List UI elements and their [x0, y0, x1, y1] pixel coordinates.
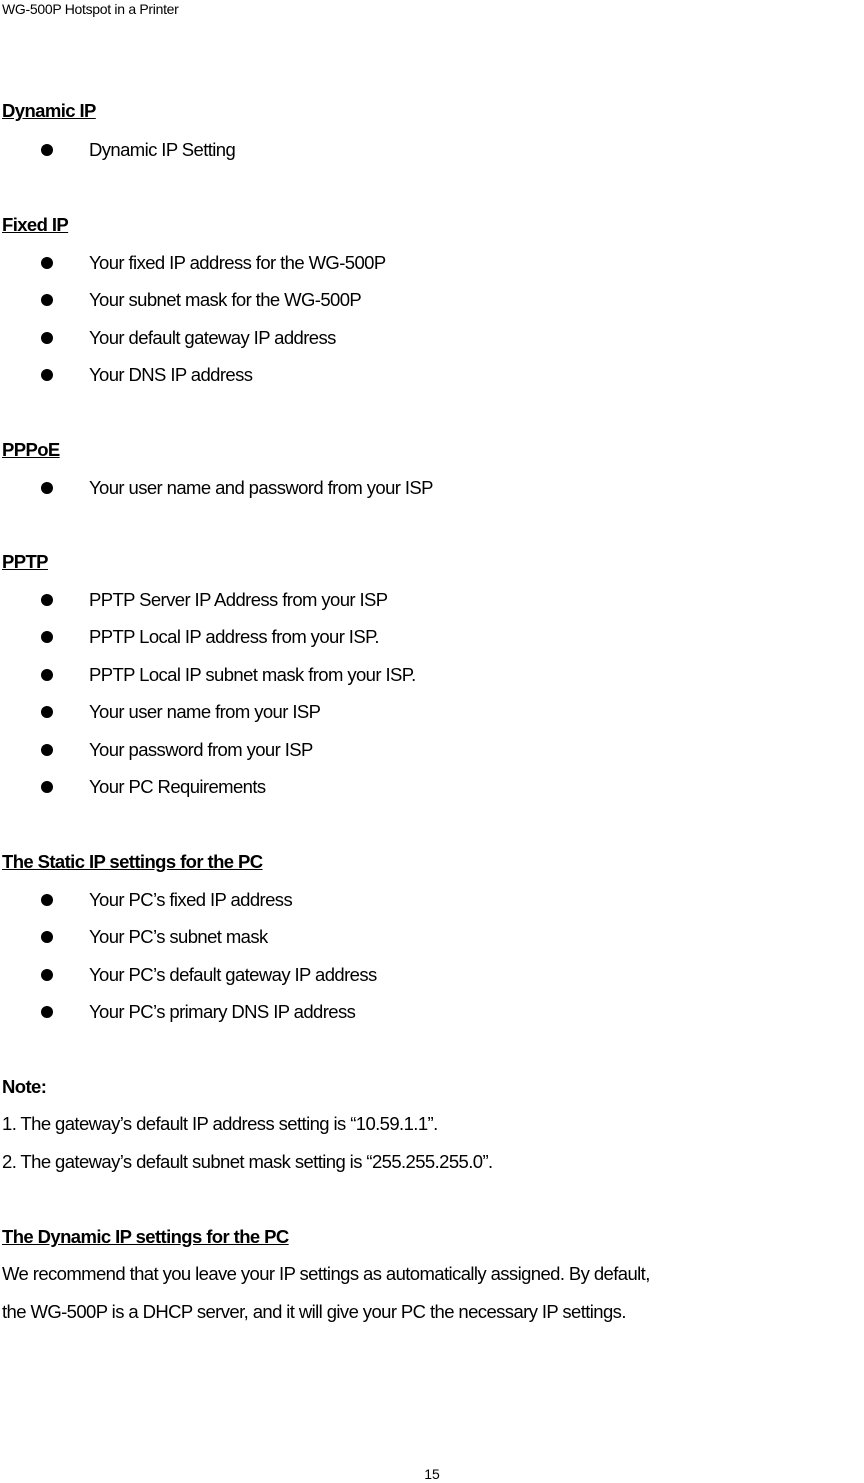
bullet-icon	[41, 931, 53, 943]
bullet-icon	[41, 894, 53, 906]
heading-pppoe: PPPoE	[2, 439, 60, 460]
bullet-icon	[41, 969, 53, 981]
bullet-icon	[41, 294, 53, 306]
heading-fixed-ip: Fixed IP	[2, 214, 69, 235]
bullet-icon	[41, 669, 53, 681]
note-line: 2. The gateway’s default subnet mask set…	[2, 1151, 493, 1172]
page-number: 15	[424, 1466, 440, 1482]
bullet-icon	[41, 631, 53, 643]
bullet-icon	[41, 257, 53, 269]
paragraph-line: the WG-500P is a DHCP server, and it wil…	[2, 1301, 626, 1322]
bullet-icon	[41, 744, 53, 756]
bullet-icon	[41, 144, 53, 156]
bullet-icon	[41, 482, 53, 494]
bullet-icon	[41, 1006, 53, 1018]
heading-dynamic-ip: Dynamic IP	[2, 100, 96, 121]
document-header: WG-500P Hotspot in a Printer	[2, 1, 179, 17]
heading-static-ip-pc: The Static IP settings for the PC	[2, 851, 263, 872]
bullet-icon	[41, 332, 53, 344]
paragraph-line: We recommend that you leave your IP sett…	[2, 1263, 650, 1284]
heading-dynamic-ip-pc: The Dynamic IP settings for the PC	[2, 1226, 289, 1247]
bullet-icon	[41, 706, 53, 718]
heading-pptp: PPTP	[2, 551, 49, 572]
bullet-icon	[41, 594, 53, 606]
note-label: Note:	[2, 1076, 47, 1097]
bullet-icon	[41, 781, 53, 793]
note-line: 1. The gateway’s default IP address sett…	[2, 1113, 438, 1134]
bullet-icon	[41, 369, 53, 381]
